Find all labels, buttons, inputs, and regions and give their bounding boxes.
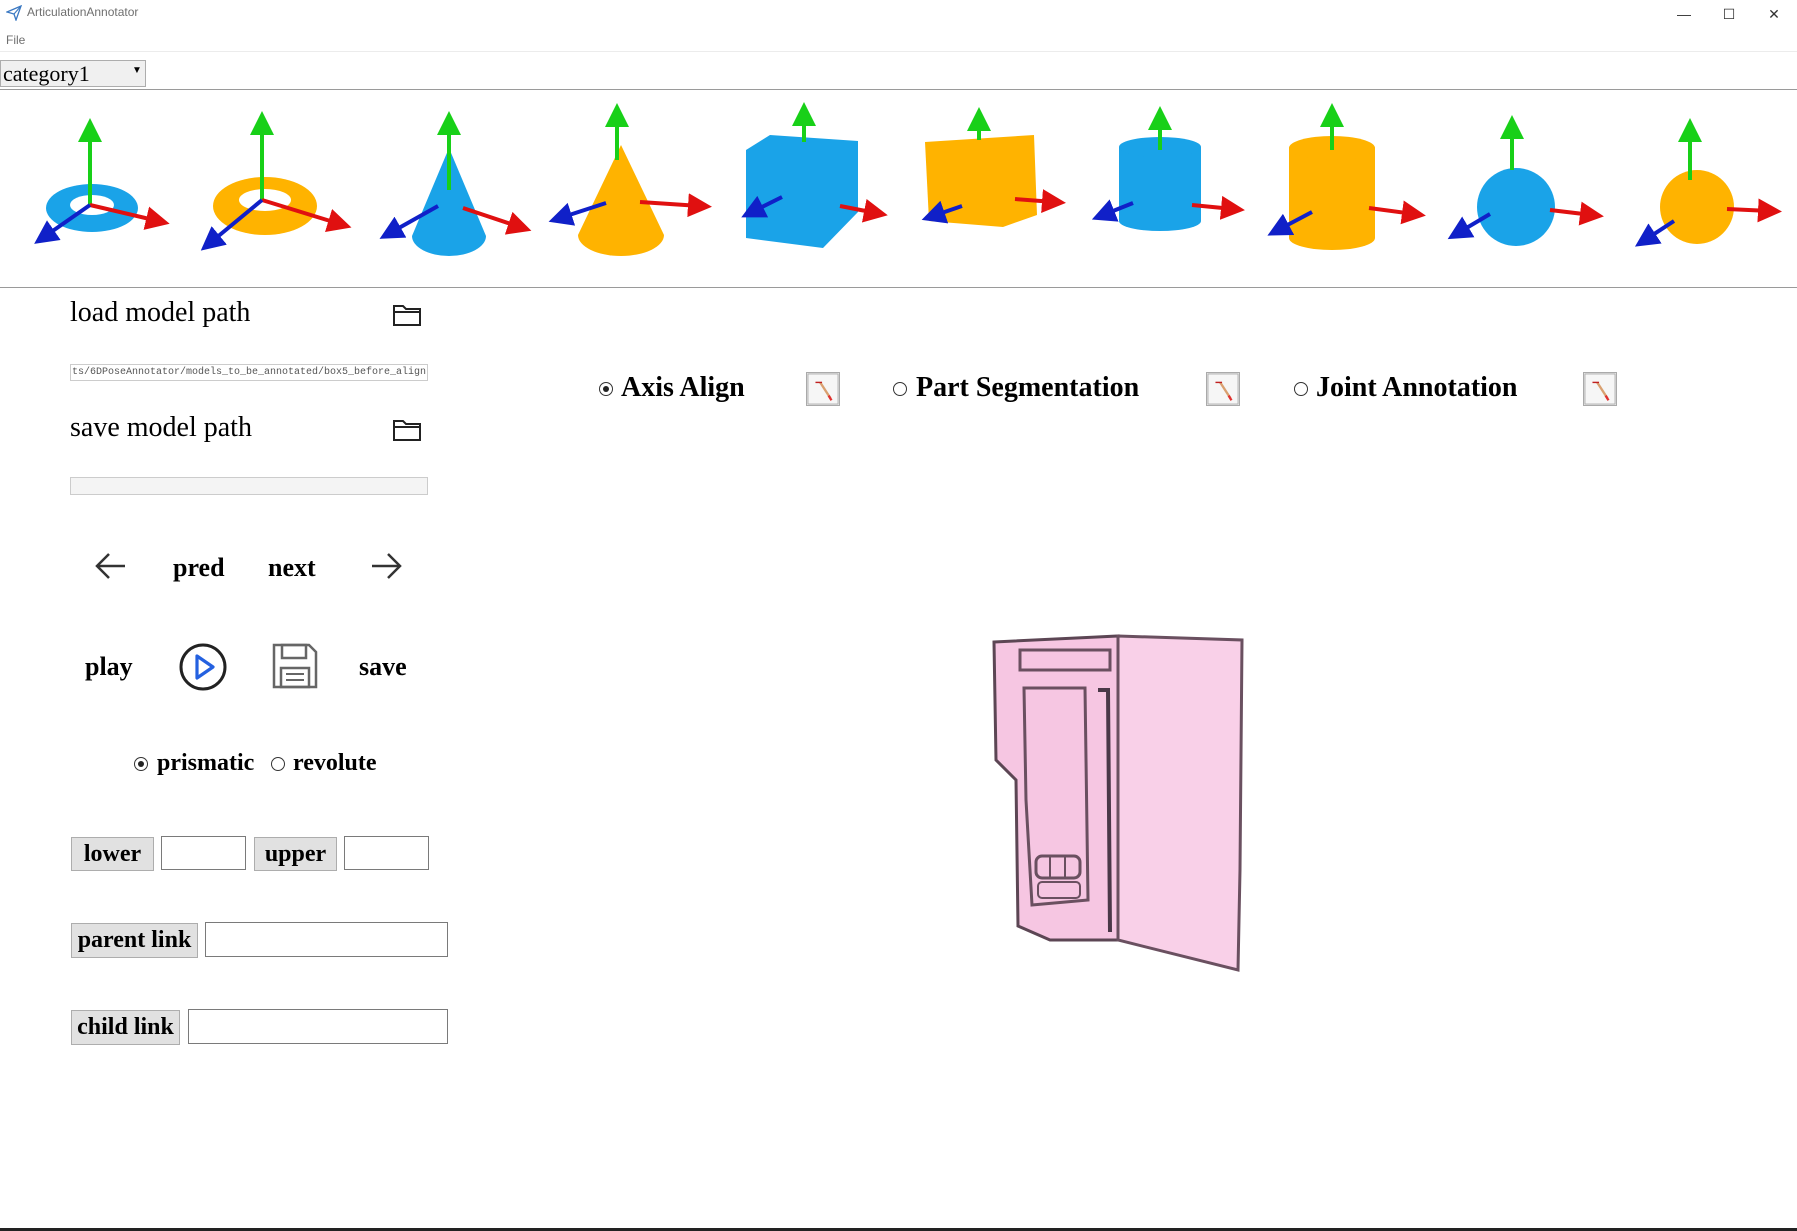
revolute-label: revolute [293, 750, 377, 776]
next-button[interactable]: next [268, 553, 316, 583]
axis-align-radio[interactable] [599, 382, 613, 396]
child-link-input[interactable] [188, 1009, 448, 1044]
play-label: play [85, 652, 133, 681]
upper-input[interactable] [344, 836, 429, 870]
prismatic-radio[interactable] [134, 757, 148, 771]
prismatic-label: prismatic [157, 750, 255, 776]
chevron-down-icon: ▼ [132, 65, 142, 76]
parent-link-input[interactable] [205, 922, 448, 957]
axis-align-label: Axis Align [621, 372, 745, 403]
torus-blue-shape[interactable] [34, 118, 170, 244]
category-value: category1 [3, 61, 90, 86]
maximize-button[interactable]: ☐ [1706, 0, 1752, 28]
load-folder-icon[interactable] [392, 301, 422, 327]
close-icon: ✕ [1768, 5, 1780, 22]
cylinder-blue-shape[interactable] [1091, 106, 1245, 231]
child-link-button[interactable]: child link [71, 1010, 180, 1045]
part-segmentation-picker-icon[interactable] [1206, 372, 1240, 406]
revolute-radio[interactable] [271, 757, 285, 771]
save-label: save [359, 652, 407, 681]
menu-file[interactable]: File [6, 33, 25, 47]
save-folder-icon[interactable] [392, 416, 422, 442]
category-select[interactable]: category1 [0, 60, 146, 87]
toolbar-divider [0, 287, 1797, 288]
arrow-right-icon[interactable] [369, 552, 403, 580]
maximize-icon: ☐ [1722, 5, 1736, 22]
load-model-label: load model path [70, 297, 251, 328]
cube-orange-shape[interactable] [921, 107, 1066, 227]
shape-toolbar [0, 90, 1797, 287]
joint-annotation-picker-icon[interactable] [1583, 372, 1617, 406]
part-segmentation-radio[interactable] [893, 382, 907, 396]
axis-align-picker-icon[interactable] [806, 372, 840, 406]
parent-link-button[interactable]: parent link [71, 923, 198, 958]
save-path-input[interactable] [70, 477, 428, 495]
shape-toolbar-canvas [34, 102, 1782, 256]
lower-button[interactable]: lower [71, 837, 154, 871]
cone-orange-shape[interactable] [548, 103, 712, 256]
minimize-icon: — [1677, 6, 1691, 22]
part-segmentation-label: Part Segmentation [916, 372, 1140, 403]
app-send-icon [6, 5, 22, 21]
save-model-label: save model path [70, 412, 252, 443]
play-icon[interactable] [178, 642, 228, 692]
sphere-orange-shape[interactable] [1634, 118, 1782, 247]
arrow-left-icon[interactable] [94, 552, 128, 580]
pred-button[interactable]: pred [173, 553, 225, 583]
model-viewport[interactable] [980, 620, 1250, 980]
lower-input[interactable] [161, 836, 246, 870]
joint-annotation-label: Joint Annotation [1316, 372, 1518, 403]
cube-blue-shape[interactable] [741, 102, 888, 248]
upper-button[interactable]: upper [254, 837, 337, 871]
close-button[interactable]: ✕ [1751, 0, 1797, 28]
joint-annotation-radio[interactable] [1294, 382, 1308, 396]
floppy-save-icon[interactable] [271, 642, 319, 690]
title-bar [0, 0, 1797, 28]
menu-divider [0, 51, 1797, 52]
torus-orange-shape[interactable] [200, 111, 352, 251]
load-path-input[interactable]: ts/6DPoseAnnotator/models_to_be_annotate… [70, 364, 428, 381]
sphere-blue-shape[interactable] [1447, 115, 1604, 246]
cone-blue-shape[interactable] [379, 111, 532, 256]
minimize-button[interactable]: — [1661, 0, 1707, 28]
cylinder-orange-shape[interactable] [1267, 103, 1426, 250]
window-title: ArticulationAnnotator [27, 5, 139, 19]
